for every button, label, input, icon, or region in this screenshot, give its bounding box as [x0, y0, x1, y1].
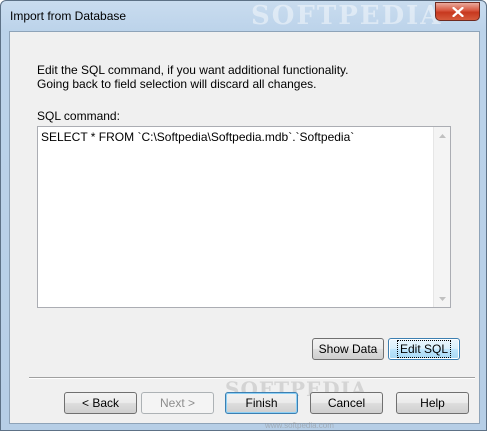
cancel-label: Cancel: [327, 396, 366, 410]
footer-watermark-url: www.softpedia.com: [265, 421, 334, 430]
description-line-2: Going back to field selection will disca…: [37, 77, 317, 91]
sql-command-label: SQL command:: [37, 109, 120, 123]
dialog-client-area: Edit the SQL command, if you want additi…: [9, 31, 480, 430]
sql-command-text[interactable]: SELECT * FROM `C:\Softpedia\Softpedia.md…: [41, 130, 430, 144]
next-button[interactable]: Next >: [141, 392, 214, 414]
help-label: Help: [420, 396, 445, 410]
scroll-down-button[interactable]: [434, 290, 450, 307]
scroll-up-icon: [438, 133, 446, 138]
description-line-1: Edit the SQL command, if you want additi…: [37, 63, 349, 77]
window-title: Import from Database: [10, 9, 127, 23]
cancel-button[interactable]: Cancel: [310, 392, 383, 414]
back-button[interactable]: < Back: [64, 392, 137, 414]
show-data-button[interactable]: Show Data: [312, 338, 384, 360]
close-button[interactable]: [435, 2, 480, 21]
description-text: Edit the SQL command, if you want additi…: [37, 63, 349, 91]
dialog-window: Import from Database SOFTPEDIA Edit the …: [0, 0, 487, 431]
back-label: < Back: [81, 396, 120, 410]
show-data-label: Show Data: [318, 342, 378, 356]
scroll-down-icon: [438, 296, 446, 301]
edit-sql-label: Edit SQL: [396, 340, 452, 358]
finish-button[interactable]: Finish: [225, 392, 298, 414]
next-label: Next >: [159, 396, 195, 410]
scroll-up-button[interactable]: [434, 127, 450, 144]
close-icon: [451, 6, 464, 17]
help-button[interactable]: Help: [396, 392, 469, 414]
finish-label: Finish: [245, 396, 278, 410]
title-watermark: SOFTPEDIA: [251, 1, 443, 31]
sql-command-textarea[interactable]: SELECT * FROM `C:\Softpedia\Softpedia.md…: [37, 126, 451, 308]
title-bar[interactable]: Import from Database SOFTPEDIA: [1, 1, 486, 31]
vertical-scrollbar[interactable]: [433, 127, 450, 307]
edit-sql-button[interactable]: Edit SQL: [388, 338, 460, 360]
